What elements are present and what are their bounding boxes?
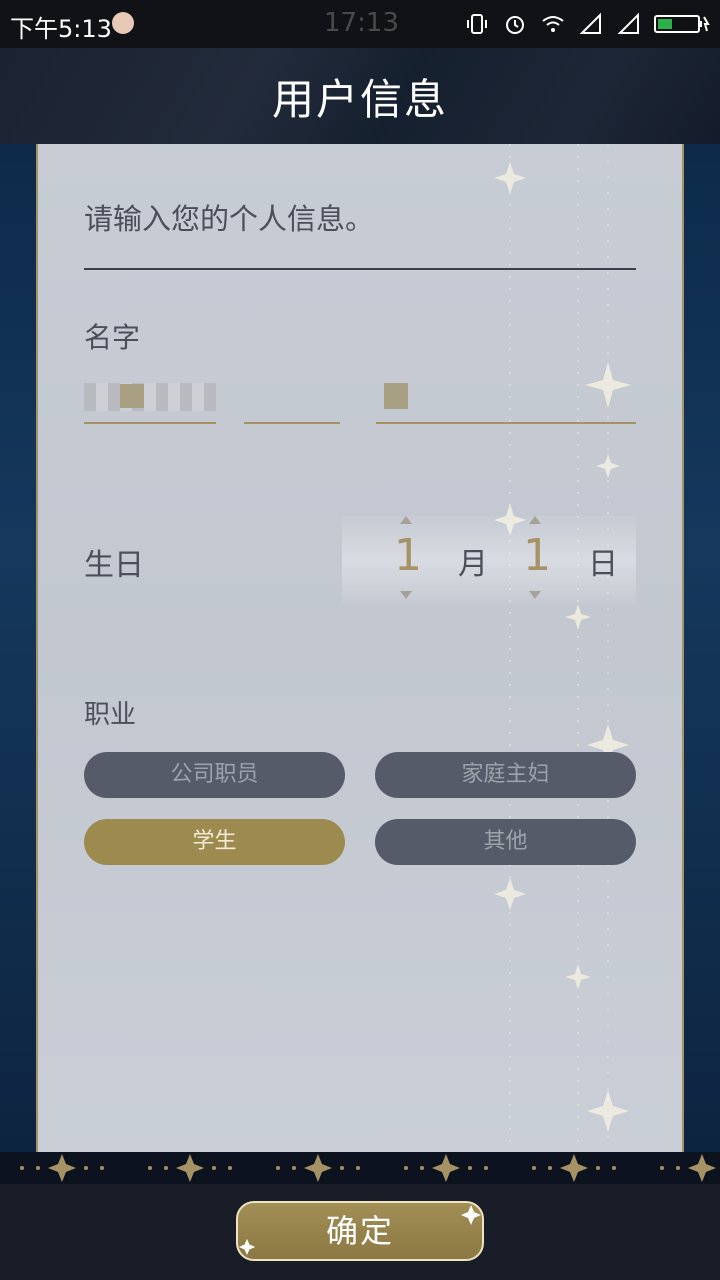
side-background-left	[0, 144, 36, 1154]
last-name-redacted	[84, 383, 216, 411]
side-background-right	[684, 144, 720, 1154]
month-value[interactable]: 1	[394, 530, 422, 581]
last-name-redacted-block	[120, 384, 144, 408]
occupation-other-button[interactable]: 其他	[375, 819, 636, 865]
vibrate-icon	[467, 14, 487, 34]
user-info-card	[36, 144, 684, 1154]
wifi-icon	[542, 16, 564, 32]
birthday-label: 生日	[84, 548, 144, 583]
page-title: 用户信息	[271, 75, 448, 124]
first-name-input[interactable]	[376, 380, 636, 424]
battery-icon	[654, 15, 710, 33]
sparkle-icon	[461, 1205, 481, 1225]
confirm-button[interactable]: 确定	[236, 1201, 484, 1261]
card-star-decoration	[494, 144, 631, 1154]
name-label: 名字	[84, 321, 141, 354]
occupation-housewife-button[interactable]: 家庭主妇	[375, 752, 636, 798]
status-clock-faded: 17:13	[324, 8, 399, 38]
signal-icon	[579, 12, 601, 34]
prompt-text: 请输入您的个人信息。	[84, 202, 375, 236]
month-unit: 月	[458, 547, 488, 582]
status-bar: 下午5:13 17:13	[0, 0, 720, 48]
day-unit: 日	[588, 547, 618, 582]
month-down-arrow-icon[interactable]	[400, 591, 412, 599]
last-name-field-line[interactable]	[244, 380, 340, 424]
month-up-arrow-icon[interactable]	[400, 516, 412, 524]
occupation-student-button[interactable]: 学生	[84, 819, 345, 865]
sparkle-icon	[238, 1238, 256, 1256]
status-time: 下午5:13	[10, 15, 112, 43]
star-strip-icons	[20, 1154, 716, 1182]
page-header: 用户信息	[0, 48, 720, 144]
alarm-icon	[506, 16, 524, 34]
app-notification-icon	[112, 12, 134, 34]
day-value[interactable]: 1	[523, 530, 551, 581]
day-up-arrow-icon[interactable]	[529, 516, 541, 524]
last-name-underline	[84, 422, 216, 424]
occupation-office-worker-button[interactable]: 公司职员	[84, 752, 345, 798]
first-name-redacted	[384, 383, 408, 409]
occupation-label: 职业	[84, 700, 137, 730]
star-border-strip	[0, 1152, 720, 1184]
signal-2-icon	[617, 12, 639, 34]
status-icons	[464, 10, 710, 38]
day-down-arrow-icon[interactable]	[529, 591, 541, 599]
prompt-divider	[84, 268, 636, 270]
